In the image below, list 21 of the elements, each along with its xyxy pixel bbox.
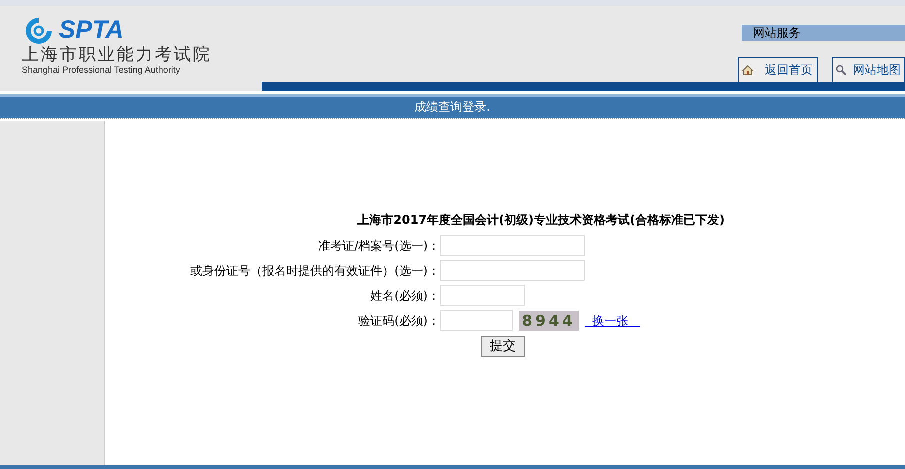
organization-name: 上海市职业能力考试院: [22, 45, 213, 65]
page-banner: 成绩查询登录.: [0, 97, 905, 118]
house-icon: [742, 64, 754, 76]
search-icon: [836, 64, 847, 76]
organization-english-name: Shanghai Professional Testing Authority: [22, 65, 182, 75]
captcha-image: 8944: [519, 310, 579, 330]
field-label: 准考证/档案号(选一)：: [318, 238, 440, 254]
logo-mark: SPTA: [59, 18, 124, 42]
input-field[interactable]: [440, 260, 585, 281]
form-title: 上海市2017年度全国会计(初级)专业技术资格考试(合格标准已下发): [358, 212, 725, 229]
nav-link[interactable]: 返回首页: [738, 57, 818, 82]
input-field[interactable]: [440, 235, 585, 256]
submit-button[interactable]: 提交: [481, 336, 525, 357]
input-field[interactable]: [440, 310, 513, 331]
field-label: 验证码(必须)：: [358, 312, 440, 330]
nav-link[interactable]: 网站地图: [832, 57, 905, 82]
field-label: 姓名(必须)：: [370, 288, 440, 304]
refresh-captcha-link[interactable]: 换一张: [585, 312, 640, 330]
services-title: 网站服务: [742, 25, 905, 41]
field-label: 或身份证号（报名时提供的有效证件）(选一)：: [190, 262, 440, 280]
input-field[interactable]: [440, 285, 525, 306]
